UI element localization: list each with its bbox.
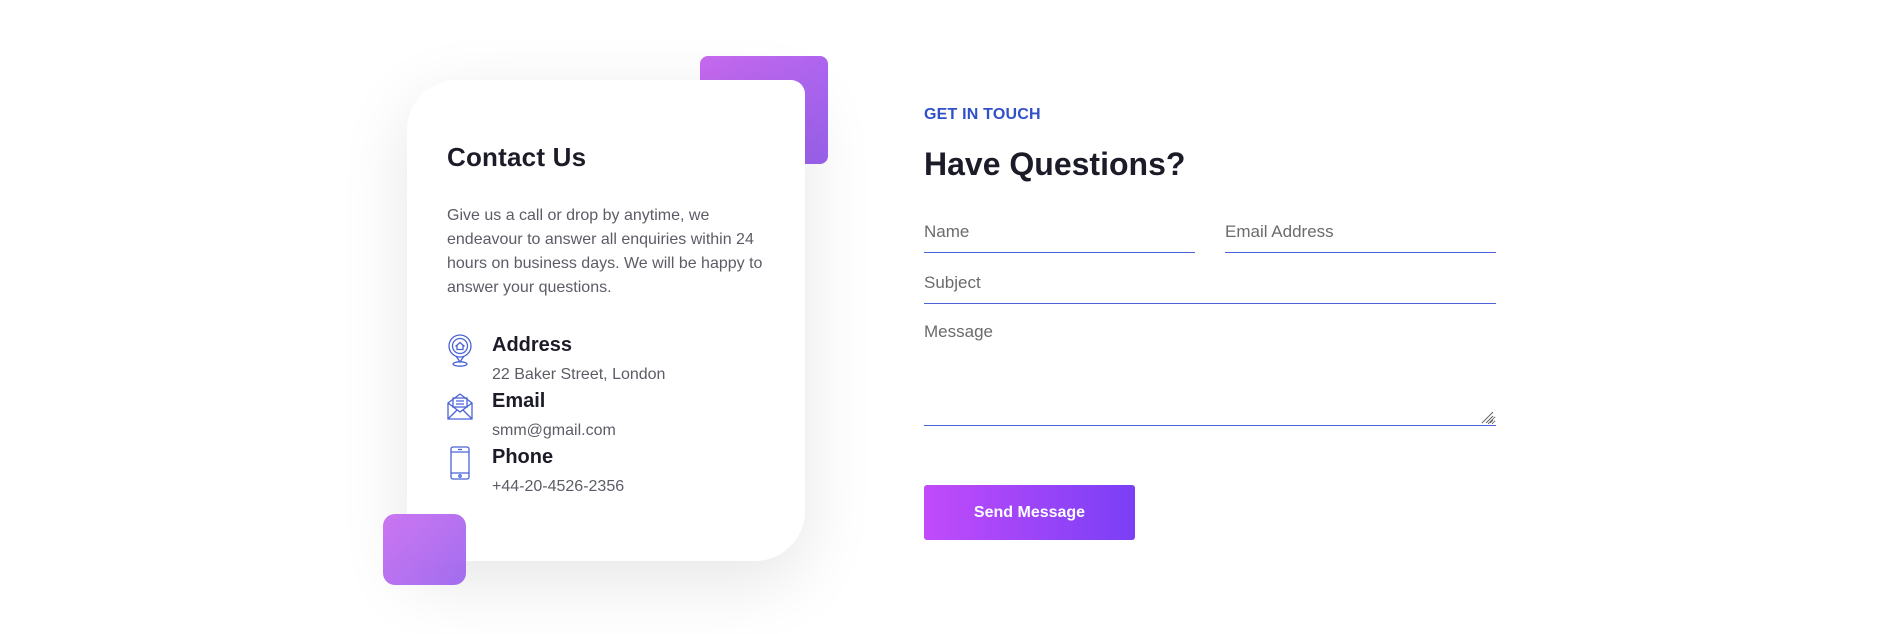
contact-item-email: Email smm@gmail.com [447, 390, 787, 446]
email-value: smm@gmail.com [492, 422, 616, 439]
decorative-square-bottom [383, 514, 466, 585]
smartphone-icon [447, 446, 473, 480]
contact-form: GET IN TOUCH Have Questions? Send Messag… [924, 0, 1496, 634]
send-message-button[interactable]: Send Message [924, 485, 1135, 540]
name-input[interactable] [924, 212, 1195, 253]
location-pin-icon [447, 334, 473, 368]
email-input[interactable] [1225, 212, 1496, 253]
resize-grip-icon[interactable] [1480, 410, 1494, 424]
phone-title: Phone [492, 446, 554, 468]
section-eyebrow: GET IN TOUCH [924, 106, 1041, 123]
address-value: 22 Baker Street, London [492, 366, 666, 383]
contact-card: Contact Us Give us a call or drop by any… [407, 80, 805, 561]
contact-card-description: Give us a call or drop by anytime, we en… [447, 207, 763, 296]
form-heading: Have Questions? [924, 146, 1186, 182]
envelope-icon [447, 390, 473, 424]
email-title: Email [492, 390, 546, 412]
address-title: Address [492, 334, 573, 356]
contact-item-phone: Phone +44-20-4526-2356 [447, 446, 787, 502]
contact-card-title: Contact Us [447, 142, 587, 172]
contact-item-address: Address 22 Baker Street, London [447, 334, 787, 390]
phone-value: +44-20-4526-2356 [492, 478, 625, 495]
message-textarea[interactable] [924, 318, 1496, 426]
subject-input[interactable] [924, 263, 1496, 304]
